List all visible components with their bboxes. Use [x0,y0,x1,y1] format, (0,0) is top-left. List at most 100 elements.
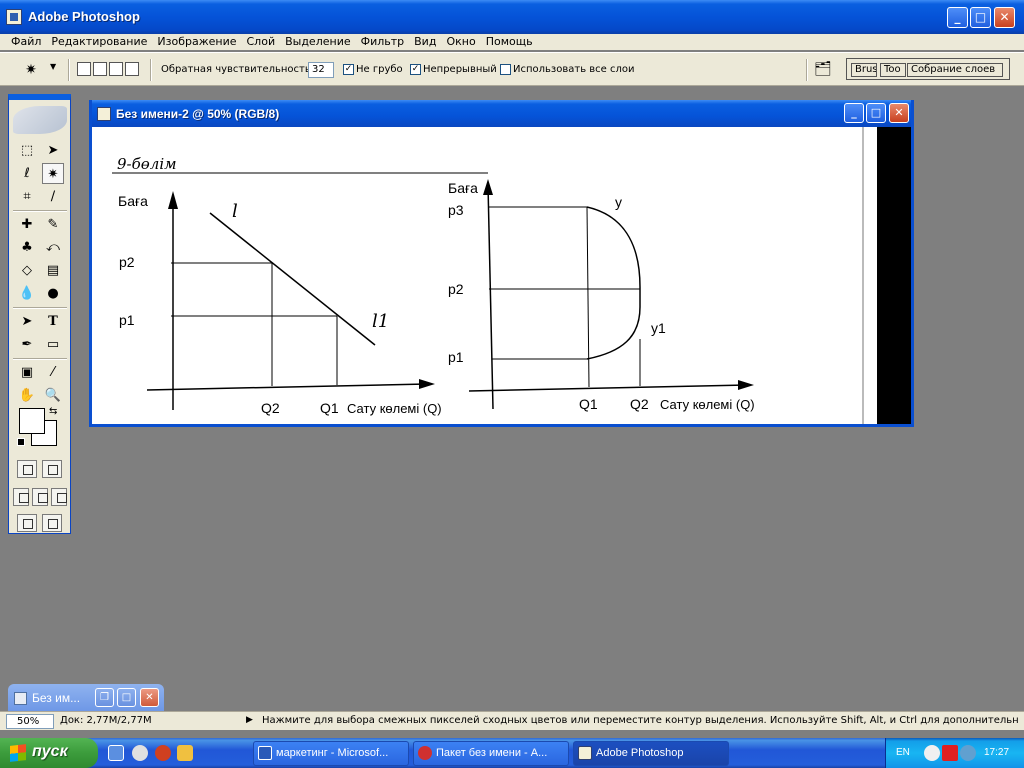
eraser-tool-icon[interactable]: ◇ [16,260,38,281]
app-title-bar[interactable]: Adobe Photoshop _ □ ✕ [0,0,1024,34]
full-screen-icon[interactable] [51,488,67,506]
antivirus-icon[interactable] [942,745,958,761]
minimize-button[interactable]: _ [947,7,968,28]
marquee-tool-icon[interactable]: ⬚ [16,140,38,161]
right-x-axis [468,384,748,392]
right-p1-label: p1 [448,349,464,365]
healing-brush-icon[interactable]: ✚ [16,214,38,235]
maximize-button[interactable]: □ [970,7,991,28]
palette-tab-layer-comps[interactable]: Собрание слоев [907,63,1003,77]
gradient-tool-icon[interactable]: ▤ [42,260,64,281]
right-y-label: y [615,194,622,210]
left-p1-label: p1 [119,312,135,328]
media-player-icon[interactable] [132,745,148,761]
right-y1-label: y1 [651,320,666,336]
new-selection-icon[interactable] [77,62,91,76]
doc-close-button[interactable]: ✕ [889,103,909,123]
scan-edge-line [862,127,864,424]
clone-stamp-icon[interactable]: ♣ [16,237,38,258]
canvas[interactable]: 9-бөлім Баға p2 p1 l l1 Q2 Q1 Сату көлем… [92,127,911,424]
eyedropper-tool-icon[interactable]: ⁄ [42,362,64,383]
palette-tab-tools[interactable]: Too [880,63,906,77]
standard-screen-icon[interactable] [13,488,29,506]
minimized-document-window[interactable]: Без им... ❐ □ ✕ [8,684,164,712]
chevron-down-icon[interactable]: ▼ [50,62,56,71]
jump-to-imageready-icon[interactable] [17,514,37,532]
close-button[interactable]: ✕ [994,7,1015,28]
show-desktop-icon[interactable] [108,745,124,761]
clock: 17:27 [984,747,1010,758]
left-l-label: l [232,201,238,222]
restore-button[interactable]: ❐ [95,688,114,707]
menu-filter[interactable]: Фильтр [356,34,410,50]
doc-maximize-button[interactable]: □ [866,103,886,123]
close-button[interactable]: ✕ [140,688,159,707]
start-button[interactable]: пуск [0,738,98,768]
path-select-icon[interactable]: ➤ [16,311,38,332]
lasso-tool-icon[interactable]: ℓ [16,163,38,184]
right-y-axis [487,184,494,410]
crop-tool-icon[interactable]: ⌗ [16,186,38,207]
folder-icon[interactable] [177,745,193,761]
antialias-checkbox[interactable]: ✓ [343,64,354,75]
right-graph: Баға p3 p2 p1 y y1 Q1 Q2 Сату көлемі (Q) [448,179,755,412]
standard-mode-icon[interactable] [17,460,37,478]
language-indicator[interactable]: EN [896,747,910,758]
tolerance-input[interactable]: 32 [308,62,334,78]
type-tool-icon[interactable]: T [42,311,64,332]
shape-tool-icon[interactable]: ▭ [42,334,64,355]
swap-colors-icon[interactable]: ⇆ [49,406,57,417]
back-arrow-icon[interactable] [924,745,940,761]
add-selection-icon[interactable] [93,62,107,76]
default-colors-icon[interactable] [17,438,25,446]
magic-wand-icon[interactable]: ✷ [22,61,40,79]
hand-tool-icon[interactable]: ✋ [16,385,38,406]
document-title-bar[interactable]: Без имени-2 @ 50% (RGB/8) _ □ ✕ [92,100,911,127]
all-layers-checkbox[interactable] [500,64,511,75]
subtract-selection-icon[interactable] [109,62,123,76]
zoom-tool-icon[interactable]: 🔍 [42,385,64,406]
file-browser-icon[interactable]: 🗂 [812,61,834,81]
slice-tool-icon[interactable]: ∕ [42,186,64,207]
contiguous-checkbox[interactable]: ✓ [410,64,421,75]
status-menu-arrow-icon[interactable]: ▶ [246,715,253,725]
network-icon[interactable] [960,745,976,761]
taskbar-button-word[interactable]: маркетинг - Microsof... [253,741,409,766]
dodge-tool-icon[interactable]: ● [42,283,64,304]
menu-image[interactable]: Изображение [152,34,241,50]
separator [150,59,152,81]
brush-tool-icon[interactable]: ✎ [42,214,64,235]
document-title: Без имени-2 @ 50% (RGB/8) [116,107,280,121]
doc-minimize-button[interactable]: _ [844,103,864,123]
document-size: Док: 2,77M/2,77M [60,715,152,726]
menu-window[interactable]: Окно [441,34,480,50]
notes-tool-icon[interactable]: ▣ [16,362,38,383]
document-icon [14,692,27,705]
pen-tool-icon[interactable]: ✒ [16,334,38,355]
maximize-button[interactable]: □ [117,688,136,707]
zoom-input[interactable]: 50% [6,714,54,729]
browser-icon[interactable] [155,745,171,761]
menu-edit[interactable]: Редактирование [46,34,152,50]
menu-view[interactable]: Вид [409,34,441,50]
menu-select[interactable]: Выделение [280,34,356,50]
intersect-selection-icon[interactable] [125,62,139,76]
taskbar-button-photoshop[interactable]: Adobe Photoshop [573,741,729,766]
menu-layer[interactable]: Слой [242,34,281,50]
full-screen-menu-icon[interactable] [32,488,48,506]
status-hint: Нажмите для выбора смежных пикселей сход… [262,715,1018,726]
menu-help[interactable]: Помощь [481,34,538,50]
checkmark-icon[interactable] [42,514,62,532]
blur-tool-icon[interactable]: 💧 [16,283,38,304]
quick-mask-icon[interactable] [42,460,62,478]
menu-file[interactable]: Файл [6,34,46,50]
move-tool-icon[interactable]: ➤ [42,140,64,161]
magic-wand-tool-icon[interactable]: ✷ [42,163,64,184]
feather-logo-icon[interactable] [13,106,67,134]
document-window[interactable]: Без имени-2 @ 50% (RGB/8) _ □ ✕ 9-бөлім [89,100,914,427]
palette-tab-brushes[interactable]: Brus [851,63,877,77]
foreground-color-swatch[interactable] [19,408,45,434]
history-brush-icon[interactable]: ⤺ [42,237,64,258]
contiguous-label: Непрерывный [423,64,497,75]
taskbar-button-package[interactable]: Пакет без имени - A... [413,741,569,766]
